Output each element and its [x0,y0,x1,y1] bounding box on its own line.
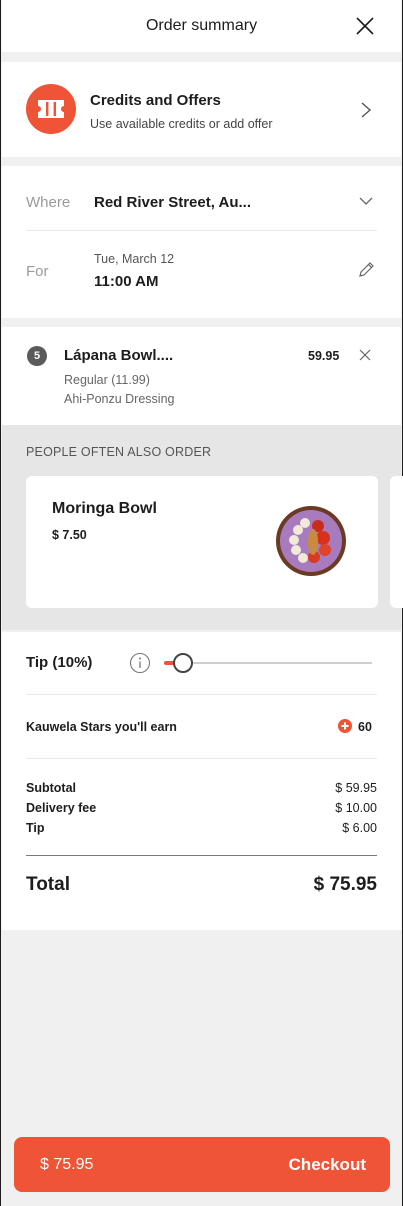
quantity-badge: 5 [27,346,47,366]
tip-row-value: $ 6.00 [342,821,377,835]
chevron-down-icon[interactable] [359,196,373,206]
total-divider [26,855,377,856]
slider-track [164,662,372,664]
total-label: Total [26,874,70,895]
pencil-icon[interactable] [357,261,375,279]
checkout-price: $ 75.95 [40,1156,94,1173]
item-price: 59.95 [308,349,340,363]
slider-thumb[interactable] [172,653,193,673]
where-dropdown[interactable]: Red River Street, Au... [94,194,251,211]
credits-and-offers-row[interactable]: Credits and Offers Use available credits… [2,62,401,157]
stars-label: Kauwela Stars you'll earn [26,720,177,734]
item-name[interactable]: Lápana Bowl.... [64,347,173,364]
cart-item: 5 Lápana Bowl.... 59.95 Regular (11.99) … [2,327,401,425]
upsell-item-name: Moringa Bowl [52,500,157,517]
tip-slider[interactable] [164,653,372,673]
delivery-fee-label: Delivery fee [26,801,97,815]
divider [26,758,377,759]
total-value: $ 75.95 [313,874,377,895]
bowl-image [276,506,346,576]
tip-label: Tip (10%) [26,654,93,671]
close-icon[interactable] [355,16,375,36]
subtotal-label: Subtotal [26,781,76,795]
for-date: Tue, March 12 [94,252,175,266]
credits-subtitle: Use available credits or add offer [90,117,273,131]
chevron-right-icon [361,102,372,118]
for-label: For [26,263,49,280]
subtotal-value: $ 59.95 [335,781,377,795]
upsell-card[interactable]: Moringa Bowl $ 7.50 [26,476,378,608]
page-title: Order summary [145,17,258,34]
order-summary: Tip (10%) Kauwela Stars you'll earn 60 S… [2,632,401,930]
divider [26,230,377,231]
delivery-details: Where Red River Street, Au... For Tue, M… [2,166,401,318]
stars-value: 60 [358,720,372,734]
item-dressing: Ahi-Ponzu Dressing [64,392,175,406]
checkout-button[interactable]: $ 75.95 Checkout [14,1137,390,1192]
checkout-label: Checkout [288,1155,366,1174]
upsell-section: PEOPLE OFTEN ALSO ORDER Moringa Bowl $ 7… [2,425,403,630]
plus-star-icon [338,719,352,733]
item-size: Regular (11.99) [64,373,150,387]
delivery-fee-value: $ 10.00 [335,801,377,815]
for-time: 11:00 AM [94,273,159,290]
info-icon[interactable] [129,652,151,674]
ticket-icon [26,84,76,134]
upsell-item-price: $ 7.50 [52,528,87,542]
upsell-heading: PEOPLE OFTEN ALSO ORDER [26,445,212,459]
order-summary-screen: Order summary Credits and Offers Use ava… [0,0,403,1206]
tip-row-label: Tip [26,821,45,835]
header: Order summary [2,0,401,52]
credits-title: Credits and Offers [90,92,221,109]
upsell-card-next[interactable] [390,476,403,608]
divider [26,694,377,695]
remove-item-icon[interactable] [359,349,371,361]
where-label: Where [26,194,71,211]
